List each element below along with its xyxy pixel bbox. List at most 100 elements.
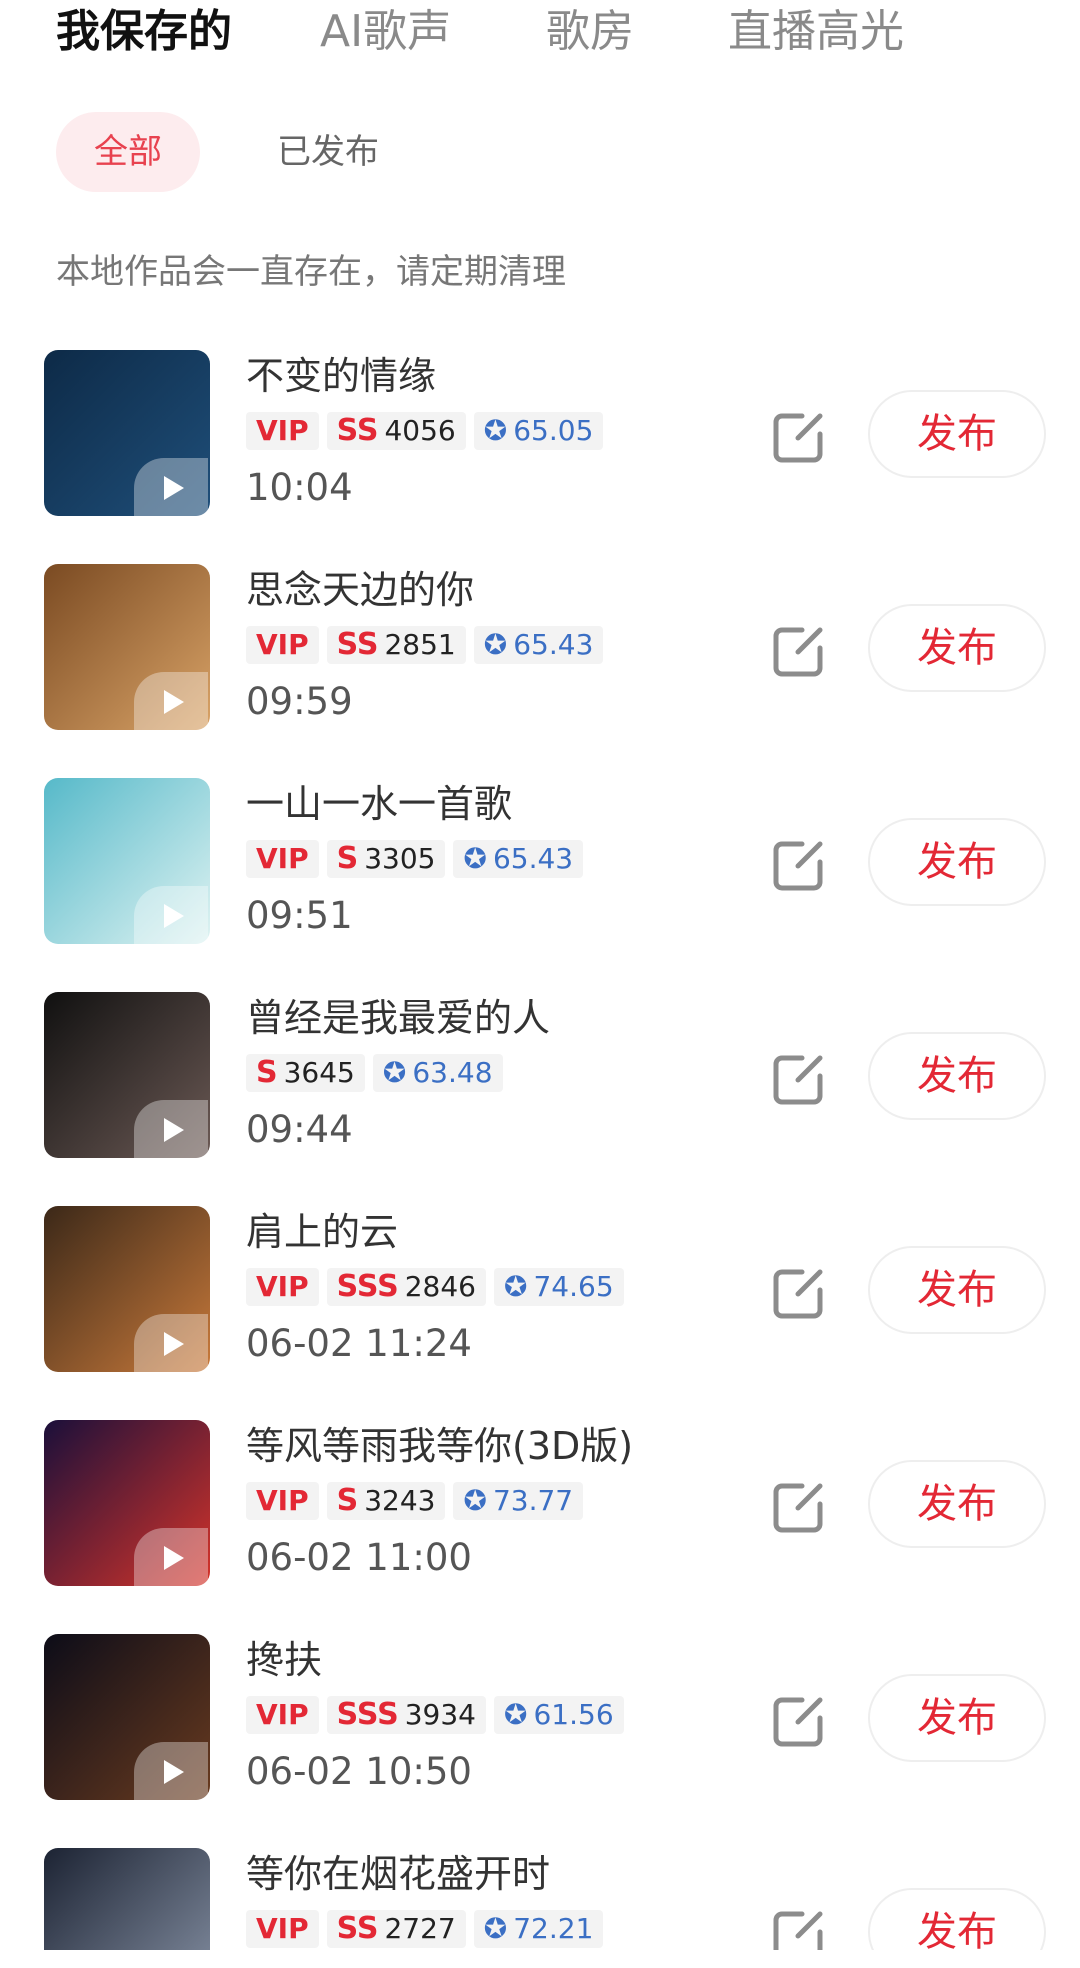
star-icon: ✪ [463,1484,487,1517]
publish-button[interactable]: 发布 [868,1674,1046,1762]
badge-row: S 3645 ✪ 63.48 [246,1054,511,1094]
grade-count: 3243 [364,1484,436,1517]
list-item[interactable]: 肩上的云 VIP SSS 2846 ✪ 74.65 06-02 11:24 发布 [0,1206,1080,1423]
top-tab-bar: 我保存的 AI歌声 歌房 直播高光 [0,0,1080,80]
album-cover[interactable] [44,1420,210,1586]
grade-count: 4056 [384,414,456,447]
edit-icon[interactable] [772,1694,826,1748]
song-title: 一山一水一首歌 [246,782,513,826]
badge-row: VIP SS 2851 ✪ 65.43 [246,626,611,666]
saved-time: 06-02 10:50 [246,1750,472,1793]
edit-icon[interactable] [772,1052,826,1106]
badge-row: VIP S 3305 ✪ 65.43 [246,840,591,880]
play-icon[interactable] [134,1742,208,1800]
star-icon: ✪ [463,842,487,875]
score-value: 61.56 [533,1698,614,1731]
vip-label: VIP [256,1484,309,1517]
grade-label: S [336,1483,359,1518]
play-icon[interactable] [134,1100,208,1158]
album-cover[interactable] [44,992,210,1158]
publish-button[interactable]: 发布 [868,1460,1046,1548]
list-item[interactable]: 等你在烟花盛开时 VIP SS 2727 ✪ 72.21 发布 [0,1848,1080,1950]
saved-works-list: 不变的情缘 VIP SS 4056 ✪ 65.05 10:04 发布 思念天边的你 VIP SS 28… [0,350,1080,1950]
list-item[interactable]: 曾经是我最爱的人 S 3645 ✪ 63.48 09:44 发布 [0,992,1080,1209]
grade-label: S [336,841,359,876]
tab-saved[interactable]: 我保存的 [56,6,232,58]
publish-button[interactable]: 发布 [868,1246,1046,1334]
song-title: 等风等雨我等你(3D版) [246,1424,634,1468]
vip-label: VIP [256,1912,309,1945]
score-badge: ✪ 63.48 [372,1054,503,1092]
grade-label: SSS [336,1697,399,1732]
score-value: 63.48 [412,1056,493,1089]
score-badge: ✪ 74.65 [494,1268,624,1306]
badge-row: VIP SSS 2846 ✪ 74.65 [246,1268,632,1308]
score-value: 65.43 [492,842,574,875]
grade-badge: SSS 3934 [326,1696,486,1734]
score-value: 65.43 [513,628,594,661]
star-icon: ✪ [483,414,508,447]
album-cover[interactable] [44,1206,210,1372]
star-icon: ✪ [483,628,508,661]
grade-label: SS [336,627,379,662]
saved-time: 06-02 11:00 [246,1536,472,1579]
vip-badge: VIP [246,1482,319,1520]
album-cover[interactable] [44,1848,210,1950]
vip-badge: VIP [246,1696,319,1734]
edit-icon[interactable] [772,410,826,464]
grade-badge: S 3305 [326,840,446,878]
star-icon: ✪ [504,1698,528,1731]
vip-badge: VIP [246,412,319,450]
score-badge: ✪ 65.43 [453,840,584,878]
play-icon[interactable] [134,886,208,944]
grade-label: SSS [336,1269,399,1304]
play-icon[interactable] [134,1314,208,1372]
edit-icon[interactable] [772,838,826,892]
publish-button[interactable]: 发布 [868,604,1046,692]
vip-label: VIP [256,842,309,875]
filter-bar: 全部 已发布 [0,112,1080,192]
filter-published-button[interactable]: 已发布 [256,112,400,192]
tab-song-room[interactable]: 歌房 [546,6,634,58]
grade-badge: SS 2851 [326,626,466,664]
vip-label: VIP [256,1270,309,1303]
publish-button[interactable]: 发布 [868,1032,1046,1120]
badge-row: VIP SS 2727 ✪ 72.21 [246,1910,611,1950]
publish-button[interactable]: 发布 [868,390,1046,478]
edit-icon[interactable] [772,1480,826,1534]
list-item[interactable]: 搀扶 VIP SSS 3934 ✪ 61.56 06-02 10:50 发布 [0,1634,1080,1851]
song-title: 搀扶 [246,1638,323,1682]
score-badge: ✪ 61.56 [494,1696,624,1734]
play-icon[interactable] [134,458,208,516]
tab-ai-voice[interactable]: AI歌声 [320,6,451,58]
album-cover[interactable] [44,350,210,516]
edit-icon[interactable] [772,1266,826,1320]
tab-live-highlights[interactable]: 直播高光 [728,6,904,58]
grade-badge: S 3645 [246,1054,365,1092]
vip-badge: VIP [246,1910,319,1948]
saved-time: 09:51 [246,894,353,937]
saved-time: 09:59 [246,680,353,723]
list-item[interactable]: 不变的情缘 VIP SS 4056 ✪ 65.05 10:04 发布 [0,350,1080,567]
score-badge: ✪ 65.05 [473,412,604,450]
grade-badge: S 3243 [326,1482,446,1520]
publish-button[interactable]: 发布 [868,1888,1046,1950]
play-icon[interactable] [134,1528,208,1586]
grade-badge: SSS 2846 [326,1268,486,1306]
album-cover[interactable] [44,778,210,944]
edit-icon[interactable] [772,1908,826,1950]
badge-row: VIP SS 4056 ✪ 65.05 [246,412,611,452]
grade-count: 3305 [364,842,436,875]
list-item[interactable]: 思念天边的你 VIP SS 2851 ✪ 65.43 09:59 发布 [0,564,1080,781]
publish-button[interactable]: 发布 [868,818,1046,906]
song-title: 不变的情缘 [246,354,437,398]
grade-count: 2851 [384,628,456,661]
list-item[interactable]: 一山一水一首歌 VIP S 3305 ✪ 65.43 09:51 发布 [0,778,1080,995]
list-item[interactable]: 等风等雨我等你(3D版) VIP S 3243 ✪ 73.77 06-02 11:00 发布 [0,1420,1080,1637]
saved-time: 09:44 [246,1108,353,1151]
album-cover[interactable] [44,1634,210,1800]
filter-all-button[interactable]: 全部 [56,112,200,192]
album-cover[interactable] [44,564,210,730]
play-icon[interactable] [134,672,208,730]
edit-icon[interactable] [772,624,826,678]
